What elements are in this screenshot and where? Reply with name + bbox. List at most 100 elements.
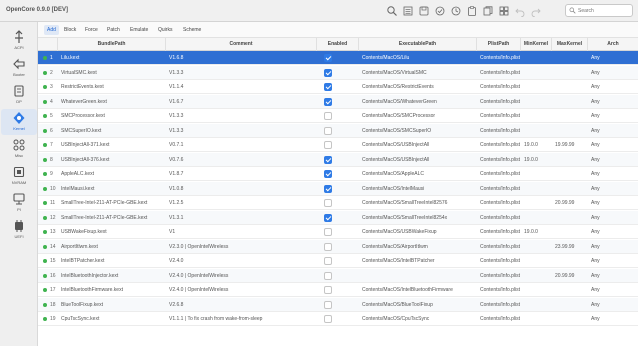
cell-maxkernel[interactable] bbox=[552, 109, 588, 123]
enabled-checkbox[interactable] bbox=[324, 54, 332, 62]
cell-executablepath[interactable]: Contents/MacOS/VirtualSMC bbox=[359, 66, 477, 80]
cell-plistpath[interactable]: Contents/Info.plist bbox=[477, 225, 521, 239]
cell-comment[interactable]: V2.4.0 bbox=[166, 254, 317, 268]
cell-minkernel[interactable] bbox=[521, 51, 552, 65]
enabled-checkbox[interactable] bbox=[324, 257, 332, 265]
cell-comment[interactable]: V1.3.3 bbox=[166, 109, 317, 123]
tab-emulate[interactable]: Emulate bbox=[127, 25, 151, 35]
tab-add[interactable]: Add bbox=[44, 25, 59, 35]
cell-comment[interactable]: V1.1.1 | To fix crash from wake-from-sle… bbox=[166, 312, 317, 326]
table-row[interactable]: 18 BlueToolFixup.kext V2.6.8 Contents/MacOS… bbox=[38, 297, 638, 312]
enabled-checkbox[interactable] bbox=[324, 213, 332, 222]
cell-maxkernel[interactable] bbox=[552, 124, 588, 138]
enabled-checkbox[interactable] bbox=[324, 286, 332, 294]
cell-executablepath[interactable]: Contents/MacOS/USBInjectAll bbox=[359, 138, 477, 152]
cell-maxkernel[interactable] bbox=[552, 182, 588, 196]
cell-comment[interactable]: V1.1.4 bbox=[166, 80, 317, 94]
cell-comment[interactable]: V1.3.3 bbox=[166, 124, 317, 138]
cell-maxkernel[interactable] bbox=[552, 80, 588, 94]
cell-maxkernel[interactable]: 19.99.99 bbox=[552, 138, 588, 152]
sidebar-item-kernel[interactable]: Kernel bbox=[1, 109, 37, 135]
sidebar-item-misc[interactable]: Misc bbox=[1, 136, 37, 162]
cell-minkernel[interactable] bbox=[521, 109, 552, 123]
table-row[interactable]: 1 Lilu.kext V1.6.8 Contents/MacOS/Lilu Conte… bbox=[38, 51, 638, 65]
sidebar-item-booter[interactable]: Booter bbox=[1, 55, 37, 81]
check-circle-icon[interactable] bbox=[433, 4, 447, 18]
cell-arch[interactable]: Any bbox=[588, 269, 638, 283]
table-row[interactable]: 12 SmallTree-Intel-211-AT-PCIe-GBE.kext V1… bbox=[38, 210, 638, 225]
cell-minkernel[interactable] bbox=[521, 211, 552, 225]
cell-executablepath[interactable]: Contents/MacOS/USBInjectAll bbox=[359, 153, 477, 167]
cell-executablepath[interactable]: Contents/MacOS/IntelBluetoothFirmware bbox=[359, 283, 477, 297]
save-icon[interactable] bbox=[417, 4, 431, 18]
cell-arch[interactable]: Any bbox=[588, 51, 638, 65]
cell-maxkernel[interactable] bbox=[552, 312, 588, 326]
tab-force[interactable]: Force bbox=[82, 25, 101, 35]
cell-minkernel[interactable] bbox=[521, 312, 552, 326]
cell-comment[interactable]: V1.2.5 bbox=[166, 196, 317, 210]
cell-bundlepath[interactable]: AppleALC.kext bbox=[58, 167, 166, 181]
cell-executablepath[interactable]: Contents/MacOS/RestrictEvents bbox=[359, 80, 477, 94]
cell-plistpath[interactable]: Contents/Info.plist bbox=[477, 153, 521, 167]
cell-arch[interactable]: Any bbox=[588, 283, 638, 297]
enabled-checkbox[interactable] bbox=[324, 97, 332, 106]
cell-comment[interactable]: V1.3.3 bbox=[166, 66, 317, 80]
sidebar-item-uefi[interactable]: UEFI bbox=[1, 217, 37, 243]
cell-comment[interactable]: V2.4.0 | OpenIntelWireless bbox=[166, 269, 317, 283]
cell-maxkernel[interactable] bbox=[552, 211, 588, 225]
cell-minkernel[interactable] bbox=[521, 124, 552, 138]
search-field[interactable] bbox=[565, 4, 633, 17]
table-row[interactable]: 7 USBInjectAll-371.kext V0.7.1 Contents/Mac… bbox=[38, 138, 638, 152]
cell-plistpath[interactable]: Contents/Info.plist bbox=[477, 95, 521, 109]
cell-bundlepath[interactable]: Lilu.kext bbox=[58, 51, 166, 65]
cell-plistpath[interactable]: Contents/Info.plist bbox=[477, 254, 521, 268]
cell-executablepath[interactable]: Contents/MacOS/Lilu bbox=[359, 51, 477, 65]
cell-maxkernel[interactable] bbox=[552, 167, 588, 181]
cell-bundlepath[interactable]: USBWakeFixup.kext bbox=[58, 225, 166, 239]
sidebar-item-pi[interactable]: PI bbox=[1, 190, 37, 216]
document-copy-icon[interactable] bbox=[481, 4, 495, 18]
cell-plistpath[interactable]: Contents/Info.plist bbox=[477, 312, 521, 326]
cell-maxkernel[interactable] bbox=[552, 153, 588, 167]
cell-bundlepath[interactable]: USBInjectAll-376.kext bbox=[58, 153, 166, 167]
cell-minkernel[interactable] bbox=[521, 283, 552, 297]
enabled-checkbox[interactable] bbox=[324, 83, 332, 91]
cell-arch[interactable]: Any bbox=[588, 66, 638, 80]
enabled-checkbox[interactable] bbox=[324, 315, 332, 323]
enabled-checkbox[interactable] bbox=[324, 242, 332, 251]
cell-arch[interactable]: Any bbox=[588, 211, 638, 225]
enabled-checkbox[interactable] bbox=[324, 184, 332, 193]
sidebar-item-acpi[interactable]: ACPI bbox=[1, 28, 37, 54]
cell-minkernel[interactable] bbox=[521, 80, 552, 94]
column-header-plistpath[interactable]: PlistPath bbox=[477, 38, 521, 51]
sidebar-item-dp[interactable]: DP bbox=[1, 82, 37, 108]
cell-plistpath[interactable]: Contents/Info.plist bbox=[477, 240, 521, 254]
enabled-checkbox[interactable] bbox=[324, 170, 332, 178]
column-header-maxkernel[interactable]: MaxKernel bbox=[552, 38, 588, 51]
cell-executablepath[interactable] bbox=[359, 269, 477, 283]
enabled-checkbox[interactable] bbox=[324, 228, 332, 236]
cell-bundlepath[interactable]: AirportItlwm.kext bbox=[58, 240, 166, 254]
table-row[interactable]: 5 SMCProcessor.kext V1.3.3 Contents/MacOS/S… bbox=[38, 109, 638, 123]
cell-comment[interactable]: V2.3.0 | OpenIntelWireless bbox=[166, 240, 317, 254]
cell-maxkernel[interactable]: 23.99.99 bbox=[552, 240, 588, 254]
cell-minkernel[interactable]: 19.0.0 bbox=[521, 153, 552, 167]
cell-comment[interactable]: V0.7.6 bbox=[166, 153, 317, 167]
cell-bundlepath[interactable]: SMCProcessor.kext bbox=[58, 109, 166, 123]
cell-comment[interactable]: V1.0.8 bbox=[166, 182, 317, 196]
cell-plistpath[interactable]: Contents/Info.plist bbox=[477, 80, 521, 94]
cell-maxkernel[interactable] bbox=[552, 254, 588, 268]
enabled-checkbox[interactable] bbox=[324, 141, 332, 149]
table-row[interactable]: 17 IntelBluetoothFirmware.kext V2.4.0 | Op… bbox=[38, 283, 638, 297]
cell-comment[interactable]: V1.6.8 bbox=[166, 51, 317, 65]
grid-icon[interactable] bbox=[497, 4, 511, 18]
cell-bundlepath[interactable]: IntelBluetoothInjector.kext bbox=[58, 269, 166, 283]
sidebar-item-nvram[interactable]: NVRAM bbox=[1, 163, 37, 189]
table-row[interactable]: 4 WhateverGreen.kext V1.6.7 Contents/MacOS/… bbox=[38, 94, 638, 109]
table-row[interactable]: 9 AppleALC.kext V1.8.7 Contents/MacOS/Apple… bbox=[38, 167, 638, 181]
cell-plistpath[interactable]: Contents/Info.plist bbox=[477, 298, 521, 312]
magnifier-icon[interactable] bbox=[385, 4, 399, 18]
cell-arch[interactable]: Any bbox=[588, 80, 638, 94]
cell-maxkernel[interactable]: 20.99.99 bbox=[552, 196, 588, 210]
cell-arch[interactable]: Any bbox=[588, 109, 638, 123]
